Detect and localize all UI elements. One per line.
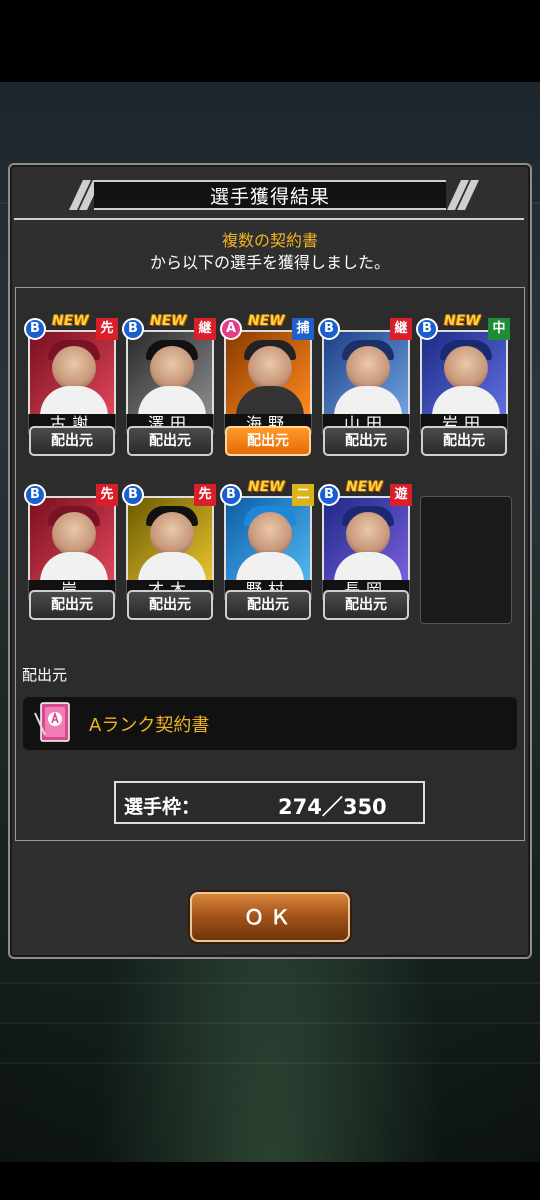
subtitle-text: から以下の選手を獲得しました。 <box>149 253 390 272</box>
position-badge: 継 <box>390 318 412 340</box>
player-photo <box>322 330 410 416</box>
rank-badge: B <box>220 484 242 506</box>
empty-player-slot <box>420 496 512 624</box>
a-rank-contract-icon <box>34 702 70 742</box>
player-photo <box>126 330 214 416</box>
rank-badge: B <box>122 484 144 506</box>
player-photo <box>28 330 116 416</box>
rank-badge: B <box>416 318 438 340</box>
source-label: 配出元 <box>22 666 68 684</box>
position-badge: 先 <box>96 318 118 340</box>
rank-badge: A <box>220 318 242 340</box>
new-badge: NEW <box>346 479 383 495</box>
source-button[interactable]: 配出元 <box>29 590 115 620</box>
roster-count-box: 選手枠： 274／350 <box>114 781 425 824</box>
rank-badge: B <box>318 318 340 340</box>
rank-badge: B <box>24 318 46 340</box>
position-badge: 先 <box>194 484 216 506</box>
new-badge: NEW <box>444 313 481 329</box>
source-button[interactable]: 配出元 <box>323 426 409 456</box>
contract-name: Aランク契約書 <box>89 715 210 736</box>
title-divider <box>14 218 524 220</box>
position-badge: 捕 <box>292 318 314 340</box>
source-button[interactable]: 配出元 <box>29 426 115 456</box>
source-button[interactable]: 配出元 <box>421 426 507 456</box>
source-button[interactable]: 配出元 <box>225 590 311 620</box>
player-photo <box>28 496 116 582</box>
player-photo <box>322 496 410 582</box>
new-badge: NEW <box>150 313 187 329</box>
source-button[interactable]: 配出元 <box>127 426 213 456</box>
player-photo <box>224 330 312 416</box>
position-badge: 中 <box>488 318 510 340</box>
player-photo <box>420 330 508 416</box>
source-button[interactable]: 配出元 <box>127 590 213 620</box>
position-badge: 先 <box>96 484 118 506</box>
source-button-selected[interactable]: 配出元 <box>225 426 311 456</box>
source-button[interactable]: 配出元 <box>323 590 409 620</box>
rank-badge: B <box>318 484 340 506</box>
player-photo <box>224 496 312 582</box>
rank-badge: B <box>24 484 46 506</box>
position-badge: 継 <box>194 318 216 340</box>
new-badge: NEW <box>248 479 285 495</box>
dialog-title: 選手獲得結果 <box>209 186 330 208</box>
subtitle-highlight: 複数の契約書 <box>221 231 318 250</box>
roster-label: 選手枠： <box>124 796 201 818</box>
new-badge: NEW <box>248 313 285 329</box>
roster-value: 274／350 <box>278 795 387 819</box>
position-badge: 二 <box>292 484 314 506</box>
position-badge: 遊 <box>390 484 412 506</box>
source-contract-bar: Aランク契約書 <box>23 697 517 750</box>
new-badge: NEW <box>52 313 89 329</box>
player-photo <box>126 496 214 582</box>
rank-badge: B <box>122 318 144 340</box>
ok-button[interactable]: ＯＫ <box>190 892 350 942</box>
